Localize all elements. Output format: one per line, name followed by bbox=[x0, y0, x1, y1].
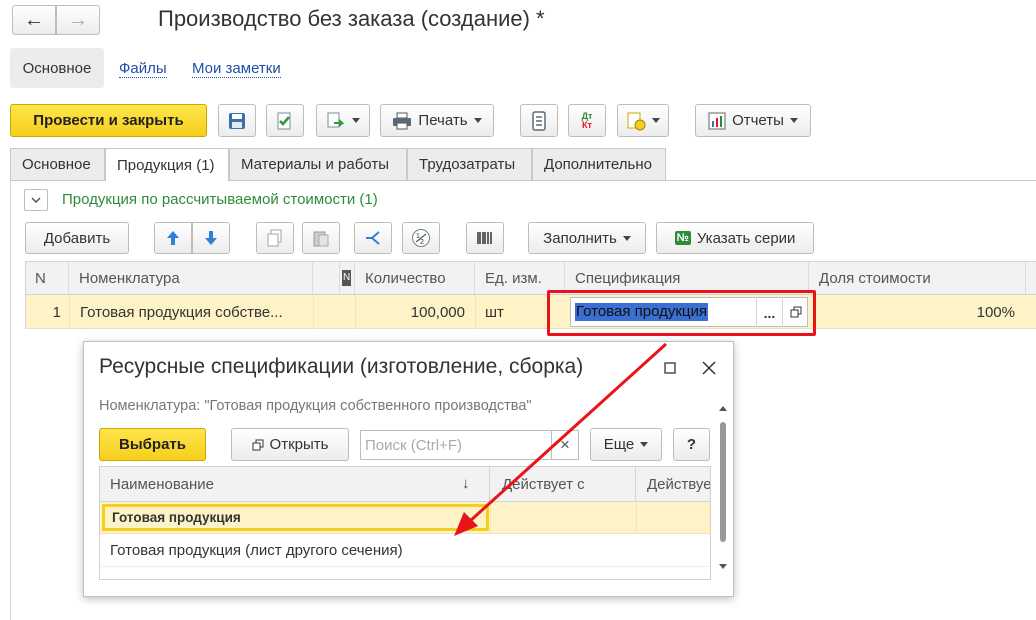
annotation-arrow bbox=[454, 342, 668, 536]
